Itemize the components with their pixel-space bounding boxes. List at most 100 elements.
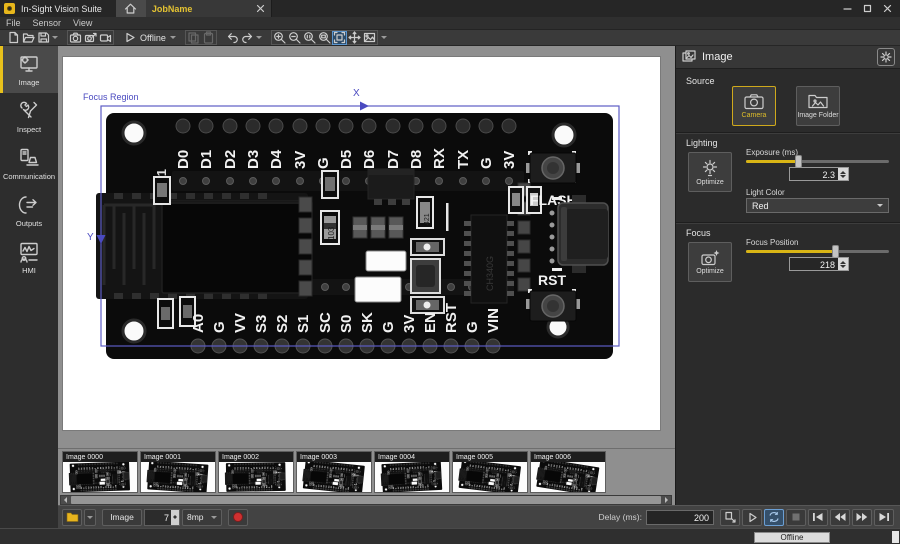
focus-optimize-icon [701, 249, 720, 266]
menu-file[interactable]: File [6, 18, 21, 28]
skip-last-icon [878, 512, 890, 522]
undo-button[interactable] [225, 31, 240, 45]
x-axis-arrow [360, 102, 369, 111]
focus-position-slider[interactable] [746, 250, 889, 253]
light-color-select[interactable]: Red [746, 198, 889, 213]
sidebar-item-outputs[interactable]: Outputs [0, 187, 58, 234]
save-job-button[interactable] [36, 31, 51, 45]
next-frame-button[interactable] [852, 509, 872, 526]
undo-dropdown[interactable] [255, 31, 263, 45]
camera-icon [744, 93, 764, 110]
zoom-dropdown[interactable] [380, 31, 388, 45]
sidebar-item-inspect[interactable]: Inspect [0, 93, 58, 140]
play-button[interactable] [742, 509, 762, 526]
exposure-value-spinbox[interactable]: 2.3 [789, 167, 849, 181]
image-mode-button[interactable]: Image [102, 509, 142, 526]
paste-button[interactable] [201, 31, 216, 45]
y-axis-label: Y [87, 232, 94, 243]
zoom-actual-size-button[interactable] [302, 31, 317, 45]
exposure-value: 2.3 [790, 168, 838, 180]
delay-label: Delay (ms): [599, 512, 642, 522]
panel-header: Image [676, 46, 900, 69]
new-job-button[interactable] [6, 31, 21, 45]
filmstrip-thumbnail[interactable]: Image 0003 [296, 451, 372, 493]
step-acquire-button[interactable] [720, 509, 740, 526]
record-sequence-button[interactable] [98, 31, 113, 45]
lighting-optimize-button[interactable]: Optimize [688, 152, 732, 192]
light-color-value: Red [752, 201, 877, 211]
frame-spinner[interactable] [171, 510, 179, 525]
maximize-button[interactable] [862, 4, 872, 14]
save-dropdown[interactable] [51, 31, 59, 45]
source-image-folder-button[interactable]: Image Folder [796, 86, 840, 126]
stop-button[interactable] [786, 509, 806, 526]
close-window-button[interactable] [882, 4, 892, 14]
zoom-region-button[interactable] [317, 31, 332, 45]
focus-value-spinbox[interactable]: 218 [789, 257, 849, 271]
first-frame-button[interactable] [808, 509, 828, 526]
scroll-right-arrow[interactable] [662, 496, 671, 504]
run-mode-dropdown[interactable] [169, 31, 177, 45]
sidebar-item-image[interactable]: Image [0, 46, 58, 93]
job-tab[interactable]: JobName [146, 0, 272, 17]
devices-icon [17, 146, 41, 170]
redo-button[interactable] [240, 31, 255, 45]
thumbnail-label: Image 0005 [456, 454, 493, 461]
acquire-image-button[interactable] [68, 31, 83, 45]
play-icon [747, 512, 758, 523]
run-mode-play-icon[interactable] [122, 31, 137, 45]
open-job-button[interactable] [21, 31, 36, 45]
filmstrip-thumbnail[interactable]: Image 0005 [452, 451, 528, 493]
panel-settings-button[interactable] [877, 48, 895, 66]
focus-optimize-button[interactable]: Optimize [688, 242, 732, 282]
image-display-button[interactable] [362, 31, 377, 45]
previous-frame-button[interactable] [830, 509, 850, 526]
filmstrip-scrollbar[interactable] [60, 495, 672, 505]
scroll-left-arrow[interactable] [61, 496, 70, 504]
copy-button[interactable] [186, 31, 201, 45]
run-mode-label[interactable]: Offline [137, 33, 169, 43]
folder-icon [66, 511, 79, 523]
image-canvas[interactable]: Focus Region X Y [58, 46, 675, 448]
resolution-select[interactable]: 8mp [182, 509, 222, 526]
minimize-button[interactable] [842, 4, 852, 14]
focus-spinner[interactable] [838, 258, 848, 270]
zoom-in-button[interactable] [272, 31, 287, 45]
resize-grip[interactable] [892, 531, 899, 543]
zoom-out-button[interactable] [287, 31, 302, 45]
loop-button[interactable] [764, 509, 784, 526]
open-image-folder-button[interactable] [62, 509, 82, 526]
sidebar-item-hmi[interactable]: HMI [0, 234, 58, 281]
zoom-fit-button[interactable] [332, 31, 347, 45]
scrollbar-thumb[interactable] [71, 496, 661, 504]
home-icon [124, 2, 137, 15]
close-tab-icon[interactable] [256, 4, 265, 13]
camera-image-view[interactable]: Focus Region X Y [62, 56, 661, 431]
exposure-slider[interactable] [746, 160, 889, 163]
filmstrip-thumbnail[interactable]: Image 0004 [374, 451, 450, 493]
home-tab[interactable] [116, 0, 146, 17]
step-icon [724, 511, 736, 523]
pan-button[interactable] [347, 31, 362, 45]
acquire-export-button[interactable] [83, 31, 98, 45]
resolution-value: 8mp [187, 512, 204, 522]
record-button[interactable] [228, 509, 248, 526]
sidebar-item-label: HMI [22, 266, 36, 275]
filmstrip-thumbnail[interactable]: Image 0001 [140, 451, 216, 493]
sidebar-item-communication[interactable]: Communication [0, 140, 58, 187]
last-frame-button[interactable] [874, 509, 894, 526]
source-camera-button[interactable]: Camera [732, 86, 776, 126]
filmstrip-thumbnail[interactable]: Image 0006 [530, 451, 606, 493]
exposure-spinner[interactable] [838, 168, 848, 180]
delay-input[interactable] [646, 510, 714, 525]
filmstrip-thumbnail[interactable]: Image 0000 [62, 451, 138, 493]
sidebar-item-label: Communication [3, 172, 55, 181]
skip-first-icon [812, 512, 824, 522]
thumbnail-image [219, 462, 293, 492]
frame-number-stepper[interactable]: 7 [144, 509, 180, 526]
filmstrip-thumbnail[interactable]: Image 0002 [218, 451, 294, 493]
menu-view[interactable]: View [73, 18, 92, 28]
in-sight-vision-suite-window: In-Sight Vision Suite JobName File [0, 0, 900, 544]
folder-dropdown-button[interactable] [84, 509, 96, 526]
menu-sensor[interactable]: Sensor [33, 18, 62, 28]
